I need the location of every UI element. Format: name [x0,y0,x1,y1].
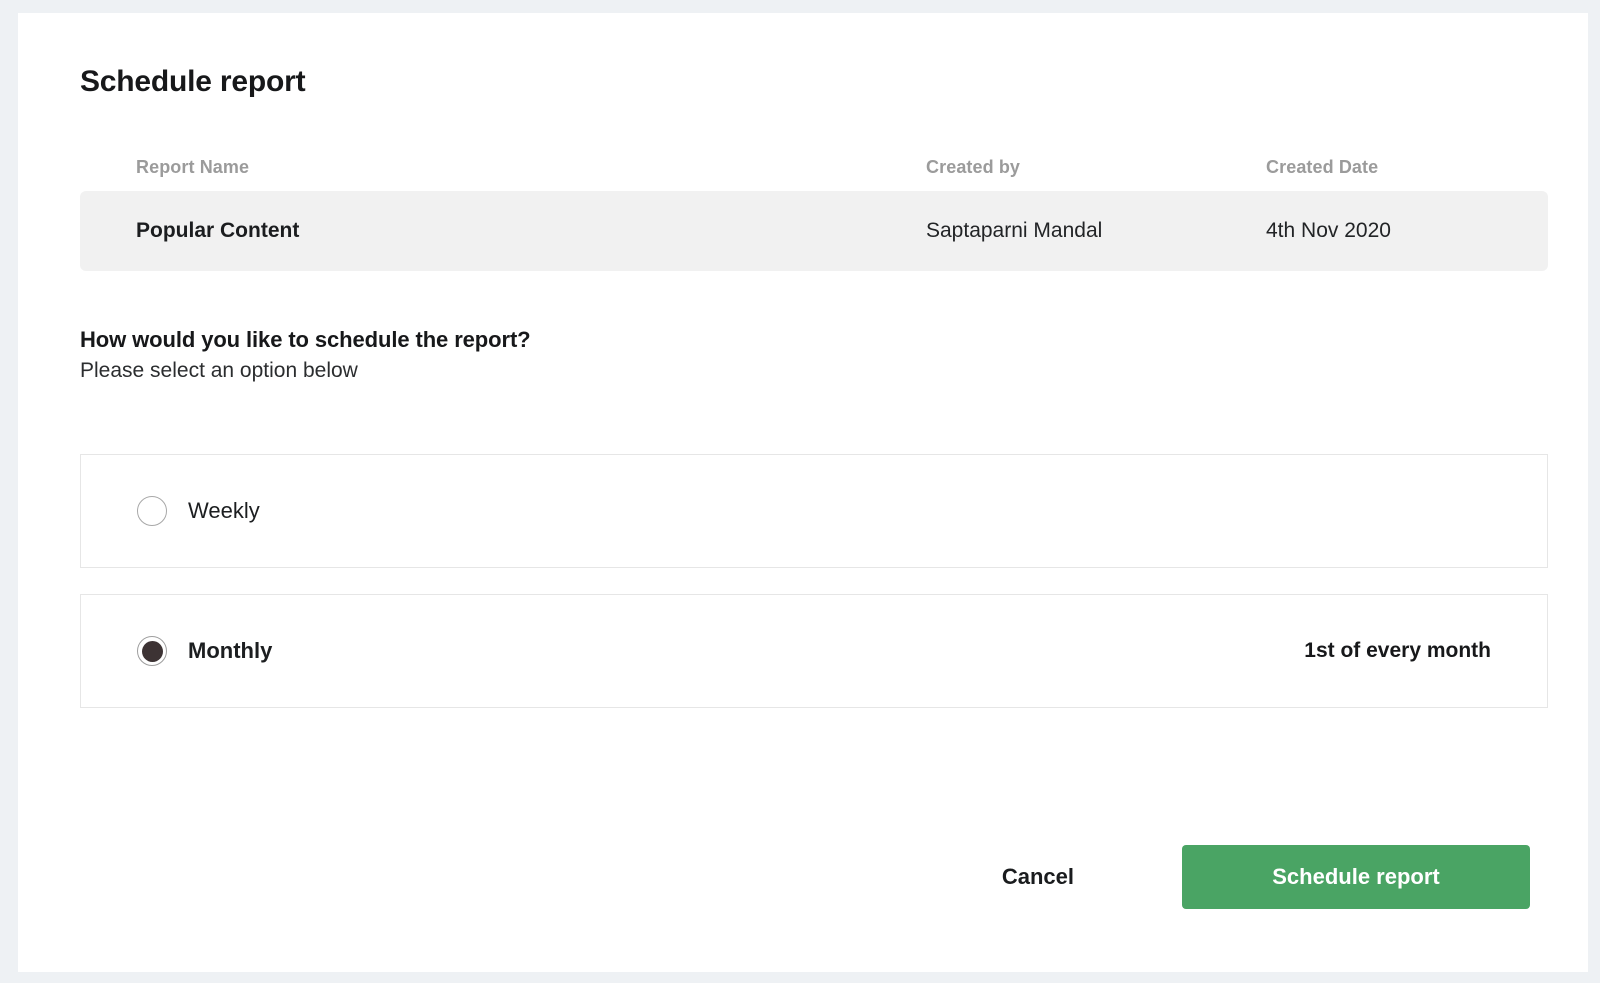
radio-monthly-icon[interactable] [137,636,167,666]
radio-weekly-icon[interactable] [137,496,167,526]
option-monthly-label: Monthly [188,638,273,663]
modal-footer: Cancel Schedule report [982,845,1530,909]
column-header-created-by: Created by [926,156,1021,177]
column-header-report-name: Report Name [136,156,250,177]
cell-report-name: Popular Content [136,219,300,242]
report-table: Report Name Created by Created Date Popu… [80,143,1548,271]
cell-created-by: Saptaparni Mandal [926,219,1103,242]
option-weekly-label: Weekly [188,498,260,523]
page-title: Schedule report [80,65,306,98]
option-monthly-meta: 1st of every month [1304,639,1491,662]
cancel-button[interactable]: Cancel [982,850,1094,904]
option-weekly[interactable]: Weekly [80,454,1548,568]
table-header-row: Report Name Created by Created Date [80,143,1548,191]
schedule-options: Weekly Monthly 1st of every month [80,454,1548,708]
schedule-report-modal: Schedule report Report Name Created by C… [18,13,1588,972]
option-monthly[interactable]: Monthly 1st of every month [80,594,1548,708]
question-subtitle: Please select an option below [80,359,358,382]
schedule-question: How would you like to schedule the repor… [80,327,1280,383]
schedule-report-button[interactable]: Schedule report [1182,845,1530,909]
column-header-created-date: Created Date [1266,156,1379,177]
table-row[interactable]: Popular Content Saptaparni Mandal 4th No… [80,191,1548,271]
cell-created-date: 4th Nov 2020 [1266,219,1391,242]
question-title: How would you like to schedule the repor… [80,327,531,352]
